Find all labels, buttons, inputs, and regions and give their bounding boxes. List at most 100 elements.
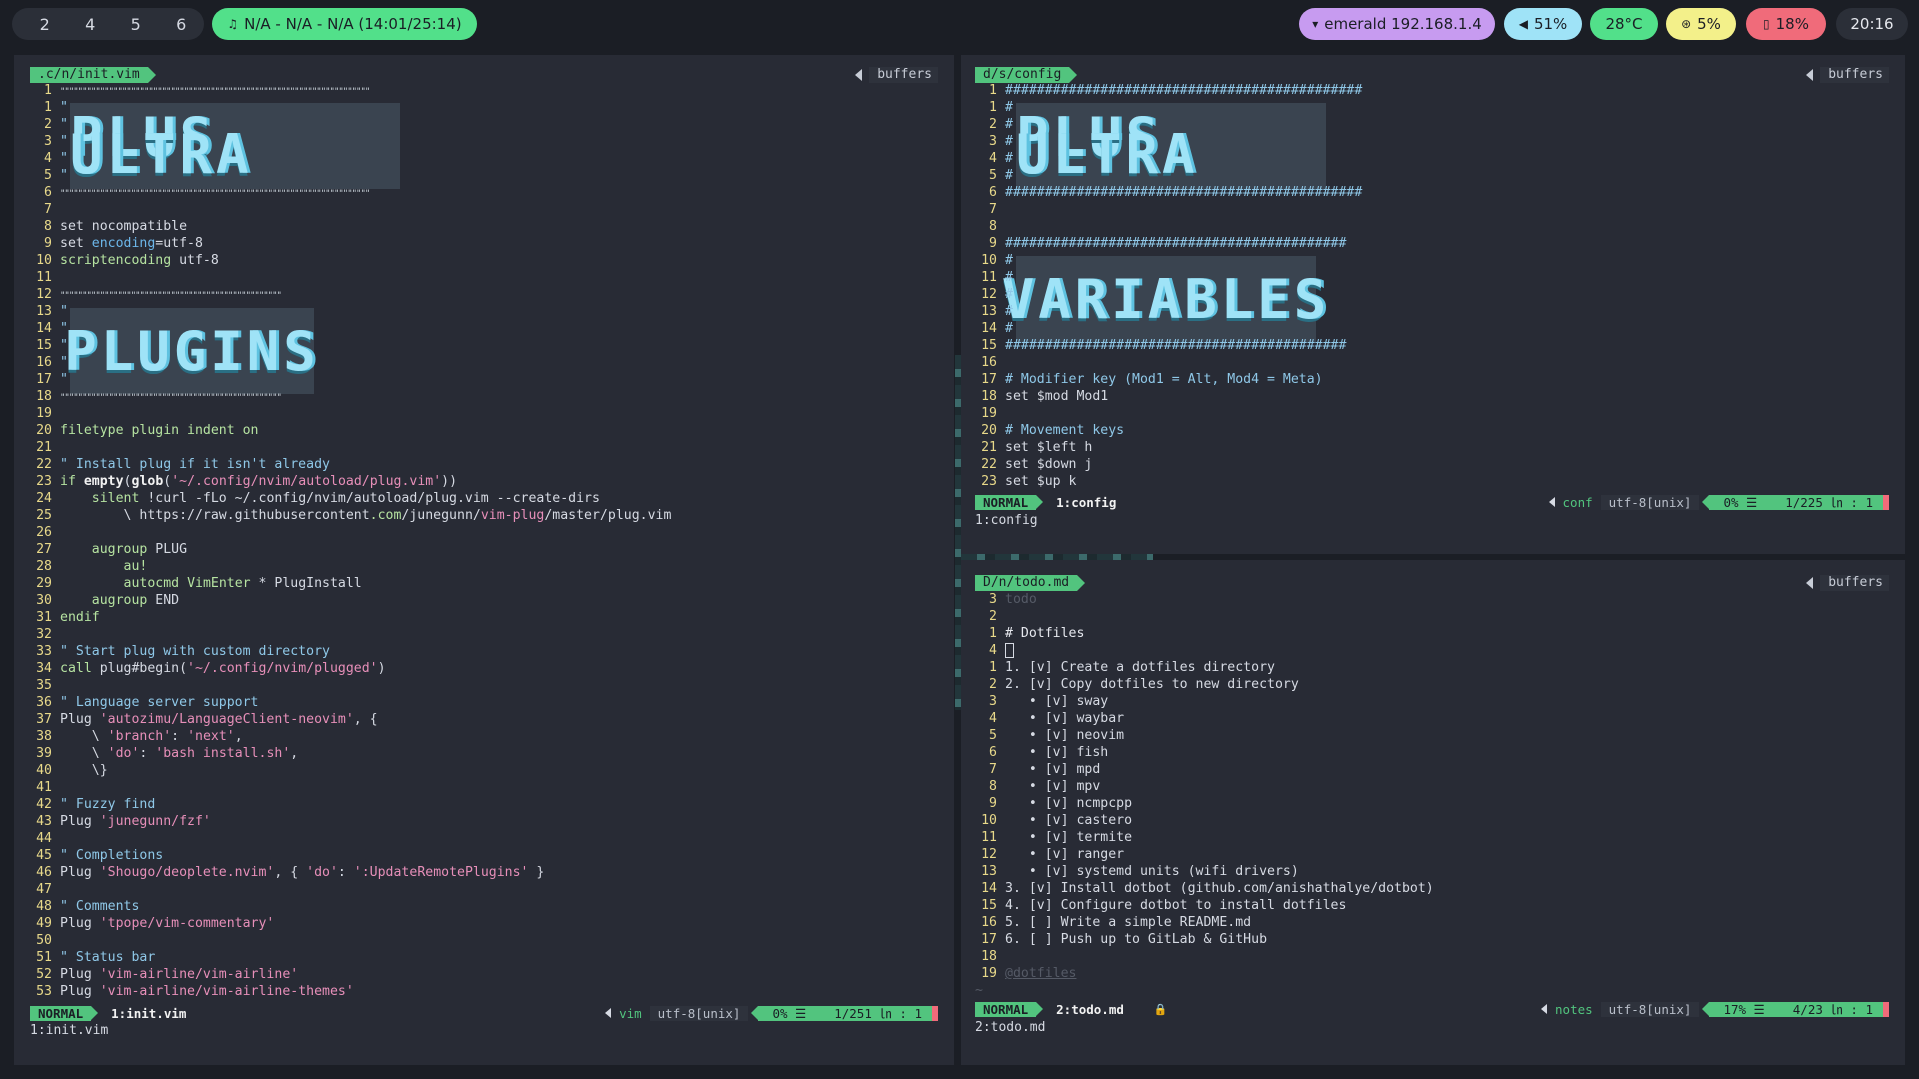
code-line[interactable]: 1 " — [30, 99, 944, 116]
code-line[interactable]: 48 " Comments — [30, 898, 944, 915]
code-line[interactable]: 53 Plug 'vim-airline/vim-airline-themes' — [30, 983, 944, 1000]
code-line[interactable]: 5 # — [975, 167, 1895, 184]
code-line[interactable]: 46 Plug 'Shougo/deoplete.nvim', { 'do': '… — [30, 864, 944, 881]
code-line[interactable]: 1 """""""""""""""""""""""""""""""""""""""… — [30, 82, 944, 99]
code-line[interactable]: ~ — [975, 982, 1895, 999]
code-line[interactable]: 1 # — [975, 99, 1895, 116]
code-line[interactable]: 9 #######################################… — [975, 235, 1895, 252]
code-line[interactable]: 21 — [30, 439, 944, 456]
code-line[interactable]: 6 #######################################… — [975, 184, 1895, 201]
code-line[interactable]: 3 # — [975, 133, 1895, 150]
code-line[interactable]: 35 — [30, 677, 944, 694]
buffers-label[interactable]: buffers — [1806, 575, 1889, 591]
code-line[interactable]: 30 augroup END — [30, 592, 944, 609]
code-line[interactable]: 8 — [975, 218, 1895, 235]
code-line[interactable]: 27 augroup PLUG — [30, 541, 944, 558]
code-line[interactable]: 51 " Status bar — [30, 949, 944, 966]
code-line[interactable]: 11 — [30, 269, 944, 286]
pane-divider-wallpaper[interactable] — [961, 554, 1153, 560]
code-line[interactable]: 14 # — [975, 320, 1895, 337]
code-line[interactable]: 36 " Language server support — [30, 694, 944, 711]
code-line[interactable]: 5 " — [30, 167, 944, 184]
code-line[interactable]: 23 set $up k — [975, 473, 1895, 490]
code-line[interactable]: 13 # — [975, 303, 1895, 320]
code-lines[interactable]: 1 """""""""""""""""""""""""""""""""""""""… — [30, 82, 944, 1000]
code-line[interactable]: 50 — [30, 932, 944, 949]
code-line[interactable]: 38 \ 'branch': 'next', — [30, 728, 944, 745]
code-line[interactable]: 8 set nocompatible — [30, 218, 944, 235]
media-status[interactable]: ♫ N/A - N/A - N/A (14:01/25:14) — [212, 8, 477, 40]
network-status[interactable]: ▾ emerald 192.168.1.4 — [1299, 8, 1495, 40]
code-line[interactable]: 15 4. [v] Configure dotbot to install dot… — [975, 897, 1895, 914]
code-line[interactable]: 7 — [975, 201, 1895, 218]
code-line[interactable]: 8 • [v] mpv — [975, 778, 1895, 795]
code-line[interactable]: 17 " — [30, 371, 944, 388]
command-line[interactable]: 1:init.vim — [30, 1022, 108, 1039]
code-line[interactable]: 9 • [v] ncmpcpp — [975, 795, 1895, 812]
code-line[interactable]: 4 # — [975, 150, 1895, 167]
code-line[interactable]: 2 — [975, 608, 1895, 625]
code-line[interactable]: 16 — [975, 354, 1895, 371]
volume-status[interactable]: ◀ 51% — [1504, 8, 1582, 40]
code-line[interactable]: 16 5. [ ] Write a simple README.md — [975, 914, 1895, 931]
workspace-button[interactable]: 4 — [68, 15, 114, 34]
code-line[interactable]: 6 • [v] fish — [975, 744, 1895, 761]
code-line[interactable]: 2 2. [v] Copy dotfiles to new directory — [975, 676, 1895, 693]
code-line[interactable]: 49 Plug 'tpope/vim-commentary' — [30, 915, 944, 932]
code-line[interactable]: 7 • [v] mpd — [975, 761, 1895, 778]
code-line[interactable]: 29 autocmd VimEnter * PlugInstall — [30, 575, 944, 592]
code-line[interactable]: 37 Plug 'autozimu/LanguageClient-neovim',… — [30, 711, 944, 728]
code-line[interactable]: 1 1. [v] Create a dotfiles directory — [975, 659, 1895, 676]
code-lines[interactable]: 3 todo 2 1 # Dotfiles 4 1 1. [v] Create a dotfi… — [975, 591, 1895, 999]
code-line[interactable]: 12 # — [975, 286, 1895, 303]
code-line[interactable]: 7 — [30, 201, 944, 218]
code-line[interactable]: 25 \ https://raw.githubusercontent.com/j… — [30, 507, 944, 524]
code-line[interactable]: 19 @dotfiles — [975, 965, 1895, 982]
code-line[interactable]: 40 \} — [30, 762, 944, 779]
buffer-name-tab[interactable]: D/n/todo.md — [975, 575, 1086, 591]
code-line[interactable]: 31 endif — [30, 609, 944, 626]
code-line[interactable]: 17 # Modifier key (Mod1 = Alt, Mod4 = Met… — [975, 371, 1895, 388]
code-line[interactable]: 19 — [975, 405, 1895, 422]
code-line[interactable]: 26 — [30, 524, 944, 541]
code-line[interactable]: 20 # Movement keys — [975, 422, 1895, 439]
command-line[interactable]: 2:todo.md — [975, 1019, 1045, 1036]
code-line[interactable]: 24 silent !curl -fLo ~/.config/nvim/auto… — [30, 490, 944, 507]
code-line[interactable]: 44 — [30, 830, 944, 847]
code-line[interactable]: 22 " Install plug if it isn't already — [30, 456, 944, 473]
code-line[interactable]: 15 ######################################… — [975, 337, 1895, 354]
code-line[interactable]: 10 # — [975, 252, 1895, 269]
workspace-button[interactable]: 6 — [159, 15, 205, 34]
code-line[interactable]: 1 #######################################… — [975, 82, 1895, 99]
code-line[interactable]: 20 filetype plugin indent on — [30, 422, 944, 439]
editor-pane-top-right[interactable]: d/s/config buffers PLUS ULTRA VARIABLES … — [961, 55, 1905, 554]
code-line[interactable]: 28 au! — [30, 558, 944, 575]
workspace-button[interactable]: 5 — [113, 15, 159, 34]
code-line[interactable]: 15 " — [30, 337, 944, 354]
code-line[interactable]: 22 set $down j — [975, 456, 1895, 473]
code-line[interactable]: 11 • [v] termite — [975, 829, 1895, 846]
buffers-label[interactable]: buffers — [1806, 67, 1889, 83]
code-line[interactable]: 12 • [v] ranger — [975, 846, 1895, 863]
code-line[interactable]: 13 " — [30, 303, 944, 320]
code-line[interactable]: 21 set $left h — [975, 439, 1895, 456]
code-line[interactable]: 16 " — [30, 354, 944, 371]
code-line[interactable]: 39 \ 'do': 'bash install.sh', — [30, 745, 944, 762]
code-line[interactable]: 18 """"""""""""""""""""""""""""""""""""""… — [30, 388, 944, 405]
workspace-button[interactable]: 2 — [22, 15, 68, 34]
code-line[interactable]: 14 " — [30, 320, 944, 337]
code-line[interactable]: 13 • [v] systemd units (wifi drivers) — [975, 863, 1895, 880]
code-line[interactable]: 11 # — [975, 269, 1895, 286]
code-line[interactable]: 41 — [30, 779, 944, 796]
code-line[interactable]: 23 if empty(glob('~/.config/nvim/autoload… — [30, 473, 944, 490]
code-line[interactable]: 18 — [975, 948, 1895, 965]
code-line[interactable]: 43 Plug 'junegunn/fzf' — [30, 813, 944, 830]
command-line[interactable]: 1:config — [975, 512, 1038, 529]
code-line[interactable]: 42 " Fuzzy find — [30, 796, 944, 813]
code-line[interactable]: 14 3. [v] Install dotbot (github.com/anis… — [975, 880, 1895, 897]
code-line[interactable]: 52 Plug 'vim-airline/vim-airline' — [30, 966, 944, 983]
code-line[interactable]: 18 set $mod Mod1 — [975, 388, 1895, 405]
editor-pane-bottom-right[interactable]: D/n/todo.md buffers 3 todo 2 1 # Dotfiles 4 1 1… — [961, 560, 1905, 1065]
code-line[interactable]: 3 • [v] sway — [975, 693, 1895, 710]
clock[interactable]: 20:16 — [1836, 8, 1908, 40]
